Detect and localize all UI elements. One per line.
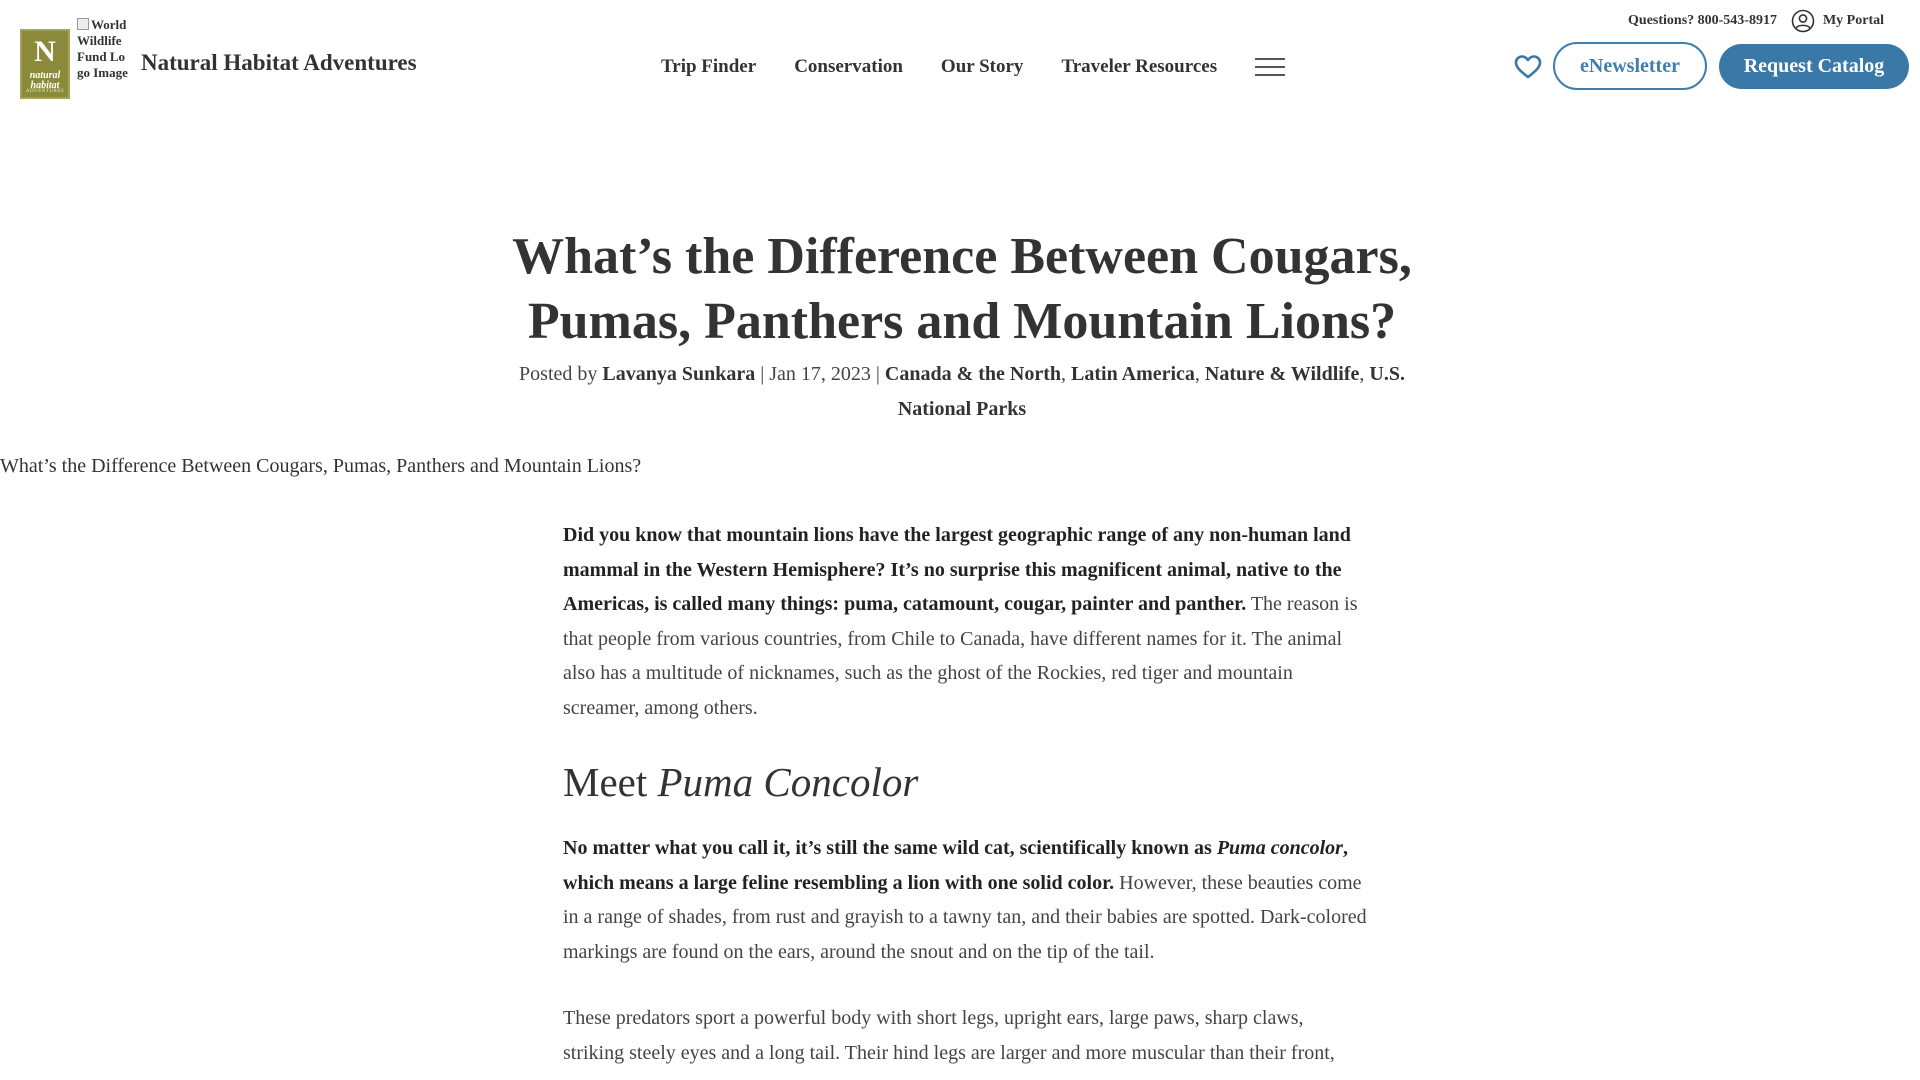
heart-icon[interactable] [1514, 54, 1542, 80]
posted-by-label: Posted by [519, 363, 598, 385]
main-nav: Trip Finder Conservation Our Story Trave… [661, 55, 1286, 79]
my-portal-link[interactable]: My Portal [1823, 13, 1884, 29]
nav-conservation[interactable]: Conservation [794, 56, 903, 78]
paragraph: No matter what you call it, it’s still t… [563, 837, 1367, 963]
utility-bar: Questions? 800-543-8917 My Portal [1628, 9, 1884, 33]
wwf-logo-image[interactable]: World Wildlife Fund Logo Image [77, 17, 129, 81]
hamburger-menu-icon[interactable] [1255, 57, 1286, 77]
paragraph: These predators sport a powerful body wi… [563, 1007, 1335, 1064]
logo-word: natural habitat [29, 70, 61, 91]
paragraph: Did you know that mountain lions have th… [563, 524, 1358, 719]
logo-letter: N [34, 35, 56, 68]
user-circle-icon[interactable] [1791, 9, 1815, 33]
broken-image-icon [77, 18, 89, 30]
enewsletter-button[interactable]: eNewsletter [1553, 42, 1707, 90]
request-catalog-button[interactable]: Request Catalog [1719, 44, 1909, 89]
nav-trip-finder[interactable]: Trip Finder [661, 56, 756, 78]
nav-our-story[interactable]: Our Story [941, 56, 1024, 78]
section-heading: Meet Puma Concolor [563, 759, 919, 805]
category-link[interactable]: Canada & the North [885, 363, 1061, 385]
article-meta: Posted by Lavanya Sunkara | Jan 17, 2023… [519, 363, 1405, 420]
category-link[interactable]: Latin America [1071, 363, 1195, 385]
site-header: N natural habitat ADVENTURES World Wildli… [0, 0, 1920, 120]
logo-subword: ADVENTURES [25, 89, 65, 94]
phone-link[interactable]: Questions? 800-543-8917 [1628, 13, 1777, 29]
nha-logo[interactable]: N natural habitat ADVENTURES [20, 29, 70, 99]
category-link[interactable]: Nature & Wildlife [1205, 363, 1359, 385]
article-title: What’s the Difference Between Cougars, P… [512, 228, 1412, 350]
article-body: Did you know that mountain lions have th… [563, 518, 1369, 1080]
brand-name[interactable]: Natural Habitat Adventures [141, 50, 417, 76]
hero-image: What’s the Difference Between Cougars, P… [0, 455, 641, 478]
post-date: Jan 17, 2023 [769, 363, 871, 385]
hero-image-alt: What’s the Difference Between Cougars, P… [0, 455, 642, 477]
author-link[interactable]: Lavanya Sunkara [602, 363, 755, 385]
nav-traveler-resources[interactable]: Traveler Resources [1061, 56, 1217, 78]
